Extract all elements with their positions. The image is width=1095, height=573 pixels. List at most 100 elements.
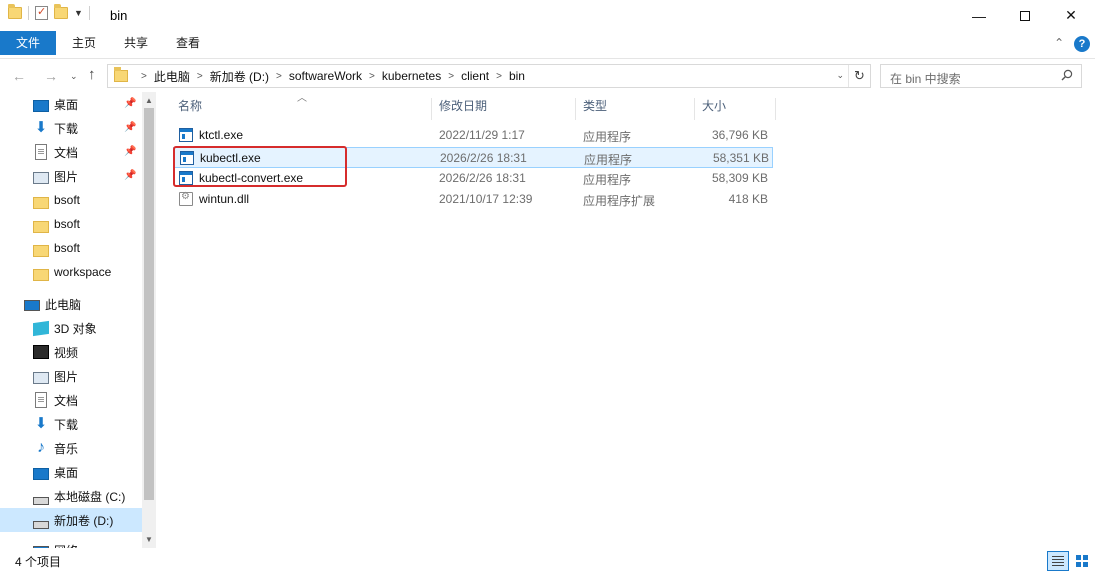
sidebar-item-desktop[interactable]: 桌面: [0, 460, 142, 484]
sidebar-item-bsoft[interactable]: bsoft: [0, 212, 142, 236]
search-icon[interactable]: [1061, 69, 1073, 81]
picture-icon: [33, 172, 49, 184]
sidebar-item-label: 此电脑: [45, 297, 82, 312]
close-button[interactable]: ✕: [1048, 0, 1094, 31]
sidebar-item-label: 音乐: [54, 441, 79, 456]
file-size: 36,796 KB: [711, 128, 768, 142]
sidebar-item-bsoft[interactable]: bsoft: [0, 236, 142, 260]
sidebar-item-workspace[interactable]: workspace: [0, 260, 142, 284]
file-name: wintun.dll: [199, 192, 250, 206]
refresh-icon[interactable]: ↻: [848, 65, 870, 87]
folder-icon: [33, 269, 49, 281]
sidebar-item-label: 文档: [54, 393, 79, 408]
tab-home[interactable]: 主页: [62, 31, 106, 55]
sidebar-item-desktop[interactable]: 桌面 📌: [0, 92, 142, 116]
sidebar-item-label: 3D 对象: [54, 321, 97, 336]
scroll-up-icon[interactable]: ▲: [145, 96, 153, 105]
folder-icon: [33, 245, 49, 257]
column-header-type[interactable]: 类型: [577, 98, 695, 120]
sidebar-item-documents[interactable]: 文档: [0, 388, 142, 412]
sidebar-item-drive-c[interactable]: 本地磁盘 (C:): [0, 484, 142, 508]
up-arrow-icon[interactable]: ↑: [88, 66, 96, 83]
large-icons-view-icon[interactable]: [1072, 551, 1092, 571]
file-date: 2022/11/29 1:17: [439, 128, 525, 142]
breadcrumb-drive-d[interactable]: 新加卷 (D:): [210, 68, 269, 85]
sidebar-item-label: bsoft: [54, 193, 81, 207]
sidebar-item-label: bsoft: [54, 241, 81, 255]
sidebar-item-label: 图片: [54, 369, 79, 384]
computer-icon: [24, 299, 40, 311]
column-header-size[interactable]: 大小: [696, 98, 776, 120]
drive-icon: [33, 521, 49, 529]
address-history-dropdown[interactable]: ⌄: [836, 70, 844, 81]
breadcrumb-separator[interactable]: >: [197, 71, 203, 82]
close-icon: ✕: [1065, 7, 1077, 23]
exe-icon: [179, 128, 193, 142]
sidebar-scrollbar[interactable]: ▲ ▼: [142, 92, 156, 548]
file-size: 58,309 KB: [711, 171, 768, 185]
breadcrumb-bin[interactable]: bin: [509, 69, 525, 83]
tab-share[interactable]: 共享: [114, 31, 158, 55]
file-size: 418 KB: [728, 192, 768, 206]
item-count: 4 个项目: [15, 555, 62, 569]
breadcrumb-client[interactable]: client: [461, 69, 489, 83]
sidebar-item-music[interactable]: ♪ 音乐: [0, 436, 142, 460]
maximize-icon: [1020, 10, 1030, 21]
file-date: 2021/10/17 12:39: [439, 192, 533, 206]
tab-file[interactable]: 文件: [0, 31, 56, 55]
breadcrumb-separator[interactable]: >: [369, 71, 375, 82]
sidebar-item-pictures[interactable]: 图片: [0, 364, 142, 388]
breadcrumb-kubernetes[interactable]: kubernetes: [382, 69, 441, 83]
tab-view[interactable]: 查看: [166, 31, 210, 55]
minimize-button[interactable]: —: [956, 0, 1002, 31]
file-row[interactable]: wintun.dll 2021/10/17 12:39 应用程序扩展 418 K…: [173, 189, 773, 210]
sidebar-item-bsoft[interactable]: bsoft: [0, 188, 142, 212]
column-header-date[interactable]: 修改日期: [433, 98, 576, 120]
pin-icon[interactable]: 📌: [124, 170, 136, 181]
expand-ribbon-icon[interactable]: ⌄: [1054, 35, 1064, 49]
breadcrumb-separator[interactable]: >: [496, 71, 502, 82]
scrollbar-thumb[interactable]: [144, 108, 154, 500]
sidebar-item-network[interactable]: 网络: [0, 538, 142, 548]
details-view-icon[interactable]: [1047, 551, 1069, 571]
new-folder-icon[interactable]: [54, 4, 68, 19]
breadcrumb-separator[interactable]: >: [448, 71, 454, 82]
help-icon[interactable]: ?: [1074, 36, 1090, 52]
sidebar-item-label: 视频: [54, 345, 79, 360]
breadcrumb-separator[interactable]: >: [141, 71, 147, 82]
maximize-button[interactable]: [1002, 0, 1048, 31]
address-bar[interactable]: > 此电脑 > 新加卷 (D:) > softwareWork > kubern…: [107, 64, 871, 88]
folder-icon[interactable]: [8, 4, 22, 19]
sidebar-item-drive-d[interactable]: 新加卷 (D:): [0, 508, 142, 532]
forward-arrow-icon[interactable]: →: [44, 68, 58, 84]
pin-icon[interactable]: 📌: [124, 98, 136, 109]
sidebar-item-documents[interactable]: 文档 📌: [0, 140, 142, 164]
column-header-name[interactable]: 名称: [172, 98, 432, 120]
sidebar-item-downloads[interactable]: ⬇ 下载: [0, 412, 142, 436]
3d-objects-icon: [33, 320, 49, 336]
sidebar-item-downloads[interactable]: ⬇ 下载 📌: [0, 116, 142, 140]
sidebar-item-3d-objects[interactable]: 3D 对象: [0, 316, 142, 340]
search-input[interactable]: 在 bin 中搜索: [880, 64, 1082, 88]
breadcrumb-softwarework[interactable]: softwareWork: [289, 69, 362, 83]
back-arrow-icon[interactable]: ←: [12, 68, 26, 84]
properties-icon[interactable]: [35, 5, 48, 20]
download-icon: ⬇: [34, 119, 48, 136]
scroll-down-icon[interactable]: ▼: [145, 535, 153, 544]
file-date: 2026/2/26 18:31: [439, 171, 526, 185]
file-row[interactable]: ktctl.exe 2022/11/29 1:17 应用程序 36,796 KB: [173, 125, 773, 146]
folder-icon: [33, 221, 49, 233]
breadcrumb-separator[interactable]: >: [276, 71, 282, 82]
customize-toolbar-dropdown[interactable]: ▼: [74, 8, 83, 18]
navigation-pane: 桌面 📌 ⬇ 下载 📌 文档 📌 图片 📌 bsoft bsoft bsoft …: [0, 92, 157, 548]
sidebar-item-label: 新加卷 (D:): [54, 513, 114, 528]
recent-locations-dropdown[interactable]: ⌄: [70, 71, 78, 82]
pin-icon[interactable]: 📌: [124, 146, 136, 157]
navigation-bar: ← → ⌄ ↑ > 此电脑 > 新加卷 (D:) > softwareWork …: [0, 58, 1095, 92]
sidebar-item-this-pc[interactable]: 此电脑: [0, 292, 142, 316]
sidebar-item-videos[interactable]: 视频: [0, 340, 142, 364]
sidebar-item-pictures[interactable]: 图片 📌: [0, 164, 142, 188]
breadcrumb-this-pc[interactable]: 此电脑: [154, 68, 190, 85]
pin-icon[interactable]: 📌: [124, 122, 136, 133]
desktop-icon: [33, 100, 49, 112]
